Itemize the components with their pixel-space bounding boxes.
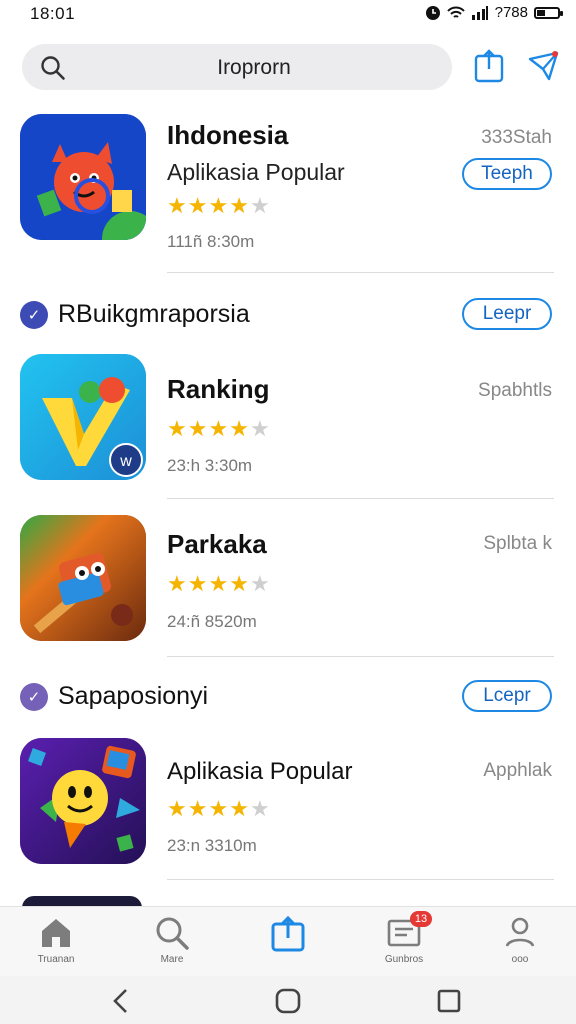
nav-label: ooo (511, 954, 529, 965)
star-empty-icon: ★ (249, 193, 271, 218)
signal-icon (471, 5, 488, 20)
star-filled-icon: ★ (167, 416, 188, 441)
star-filled-icon: ★ (229, 193, 250, 218)
share-button[interactable] (467, 44, 511, 88)
star-filled-icon: ★ (167, 796, 188, 821)
recents-icon (437, 989, 461, 1013)
star-filled-icon: ★ (229, 571, 250, 596)
search-icon (156, 917, 189, 950)
search-icon (41, 56, 65, 80)
nav-home[interactable]: Truanan (6, 907, 106, 977)
app-icon: w (20, 354, 146, 480)
rocket-smiley-icon (20, 738, 146, 864)
divider (167, 498, 554, 499)
rating-stars: ★★★★★ (167, 193, 271, 219)
home-button[interactable] (273, 986, 303, 1016)
star-filled-icon: ★ (208, 193, 230, 218)
app-row[interactable]: Aplikasia Popular ★★★★★ 23:n 3310m Apphl… (0, 738, 576, 868)
section-header: ✓ Sapaposionyi (20, 682, 208, 711)
app-title: Aplikasia Popular (167, 758, 353, 785)
share-icon (271, 915, 305, 952)
send-button[interactable] (522, 44, 566, 88)
check-badge-icon: ✓ (20, 300, 48, 329)
get-button[interactable]: Teeph (462, 158, 552, 190)
bottom-nav: Truanan Mare 13 Gunbros ooo (0, 906, 576, 977)
app-meta: 23:n 3310m (167, 836, 257, 855)
home-circle-icon (275, 988, 301, 1014)
recents-button[interactable] (434, 986, 464, 1016)
star-filled-icon: ★ (187, 571, 209, 596)
star-filled-icon: ★ (229, 796, 250, 821)
status-bar: 18:01 ?788 (0, 0, 576, 30)
search-bar[interactable] (22, 44, 452, 90)
notification-badge: 13 (410, 911, 432, 927)
status-indicators: ?788 (494, 4, 528, 21)
battery-icon (534, 6, 563, 19)
monster-icon (20, 114, 146, 240)
app-subtitle: Aplikasia Popular (167, 159, 345, 185)
star-filled-icon: ★ (187, 796, 209, 821)
app-title: Parkaka (167, 529, 267, 559)
svg-text:w: w (119, 453, 132, 470)
app-side-text: 333Stah (481, 127, 552, 148)
app-meta: 24:ñ 8520m (167, 612, 257, 631)
section-title: RBuikgmraporsia (58, 300, 250, 328)
nav-label: Gunbros (384, 954, 424, 965)
rating-stars: ★★★★★ (167, 796, 271, 822)
star-empty-icon: ★ (249, 571, 271, 596)
alarm-icon (425, 5, 440, 20)
section-see-all-button[interactable]: Lcepr (462, 680, 552, 712)
checkmark-logo-icon: w (20, 354, 146, 480)
divider (167, 656, 554, 657)
section-title: Sapaposionyi (58, 682, 209, 710)
app-meta: 111ñ 8:30m (167, 232, 255, 251)
star-empty-icon: ★ (249, 796, 271, 821)
featured-app-row[interactable]: Ihdonesia Aplikasia Popular ★★★★★ 111ñ 8… (0, 112, 576, 272)
check-badge-icon: ✓ (20, 682, 48, 711)
robot-icon (20, 515, 146, 641)
nav-label: Truanan (37, 954, 75, 965)
app-row[interactable]: w Ranking ★★★★★ 23:h 3:30m Spabhtls (0, 354, 576, 484)
home-icon (42, 919, 70, 947)
nav-updates[interactable]: 13 Gunbros (354, 907, 454, 977)
star-filled-icon: ★ (187, 416, 209, 441)
section-see-all-button[interactable]: Leepr (462, 298, 552, 330)
star-filled-icon: ★ (208, 571, 230, 596)
star-filled-icon: ★ (208, 796, 230, 821)
app-side-text: Splbta k (483, 533, 552, 554)
share-icon (474, 49, 504, 83)
app-side-text: Apphlak (483, 760, 552, 781)
app-title: Ihdonesia (167, 120, 289, 150)
divider (167, 272, 554, 273)
app-row[interactable]: Parkaka ★★★★★ 24:ñ 8520m Splbta k (0, 515, 576, 645)
wifi-icon (446, 6, 465, 18)
star-empty-icon: ★ (249, 416, 271, 441)
app-side-text: Spabhtls (478, 380, 552, 401)
send-icon (528, 51, 559, 81)
rating-stars: ★★★★★ (167, 571, 271, 597)
status-time: 18:01 (30, 4, 76, 23)
section-header: ✓ RBuikgmraporsia (20, 300, 250, 329)
system-nav-bar (0, 976, 576, 1024)
nav-search[interactable]: Mare (122, 907, 222, 977)
divider (167, 879, 554, 880)
nav-label: Mare (160, 954, 184, 965)
star-filled-icon: ★ (208, 416, 230, 441)
star-filled-icon: ★ (187, 193, 209, 218)
search-input[interactable] (82, 50, 426, 86)
back-button[interactable] (106, 986, 136, 1016)
star-filled-icon: ★ (167, 571, 188, 596)
nav-share[interactable] (238, 907, 338, 977)
app-meta: 23:h 3:30m (167, 456, 253, 475)
star-filled-icon: ★ (167, 193, 188, 218)
app-icon (20, 738, 146, 864)
app-icon (20, 515, 146, 641)
app-icon-featured (20, 114, 146, 240)
star-filled-icon: ★ (229, 416, 250, 441)
back-icon (113, 989, 127, 1013)
app-title: Ranking (167, 374, 270, 404)
nav-profile[interactable]: ooo (470, 907, 570, 977)
rating-stars: ★★★★★ (167, 416, 271, 442)
profile-icon (505, 917, 535, 947)
